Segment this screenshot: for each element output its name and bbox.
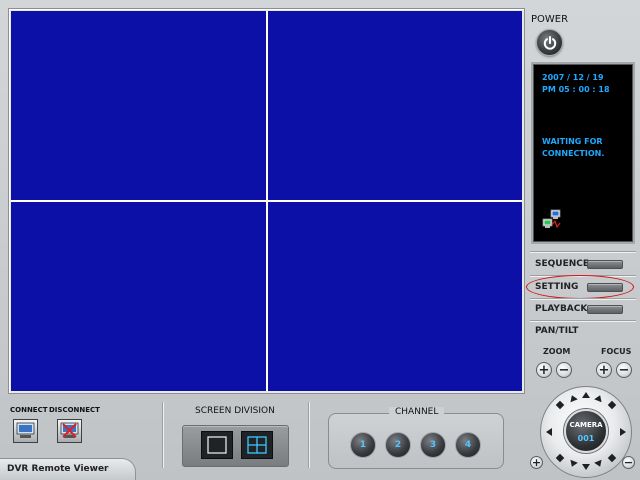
pan-right-icon[interactable]	[620, 428, 626, 436]
pan-left-icon[interactable]	[546, 428, 552, 436]
channel-label: CHANNEL	[389, 407, 445, 417]
minus-icon: −	[618, 362, 630, 378]
sequence-label: SEQUENCE	[535, 259, 590, 269]
camera-number: 001	[577, 434, 595, 443]
zoom-in-button[interactable]: +	[536, 362, 552, 378]
status-message-line2: CONNECTION.	[542, 149, 605, 158]
minus-icon: −	[623, 456, 634, 469]
app-title: DVR Remote Viewer	[7, 464, 109, 474]
connect-icon	[16, 422, 35, 438]
quad-view-button[interactable]	[241, 431, 273, 459]
status-date: 2007 / 12 / 19	[542, 73, 604, 82]
focus-label: FOCUS	[601, 347, 632, 356]
quad-view-icon	[247, 436, 267, 454]
side-divider	[530, 251, 636, 252]
zoom-label: ZOOM	[543, 347, 571, 356]
tilt-up-icon[interactable]	[582, 392, 590, 398]
screen-division-label: SCREEN DIVISION	[195, 406, 275, 416]
playback-label: PLAYBACK	[535, 304, 588, 314]
plus-icon: +	[598, 362, 610, 378]
camera-zoom-in-button[interactable]: +	[530, 456, 543, 469]
video-grid	[11, 11, 522, 391]
connect-button[interactable]	[13, 419, 38, 443]
plus-icon: +	[538, 362, 550, 378]
video-display-frame	[8, 8, 525, 394]
setting-highlight-ring	[526, 275, 634, 299]
disconnect-label: DISCONNECT	[49, 406, 100, 414]
camera-select-button[interactable]	[564, 409, 608, 453]
connect-label: CONNECT	[10, 406, 48, 414]
dvr-remote-viewer-window: POWER 2007 / 12 / 19 PM 05 : 00 : 18 WAI…	[0, 0, 640, 480]
sequence-button[interactable]	[587, 260, 623, 269]
camera-label: CAMERA	[569, 421, 603, 429]
channel-4-button[interactable]: 4	[455, 432, 481, 458]
bottom-separator	[162, 402, 163, 468]
video-channel-3[interactable]	[11, 202, 266, 391]
status-message-line1: WAITING FOR	[542, 137, 603, 146]
channel-1-button[interactable]: 1	[350, 432, 376, 458]
status-time: PM 05 : 00 : 18	[542, 85, 610, 94]
focus-out-button[interactable]: −	[616, 362, 632, 378]
video-channel-4[interactable]	[267, 202, 522, 391]
video-channel-1[interactable]	[11, 11, 266, 200]
power-label: POWER	[531, 14, 569, 25]
power-icon	[543, 35, 556, 50]
power-button[interactable]	[536, 29, 563, 56]
minus-icon: −	[558, 362, 570, 378]
side-divider	[530, 320, 636, 321]
focus-in-button[interactable]: +	[596, 362, 612, 378]
network-disconnected-icon	[542, 209, 561, 229]
zoom-out-button[interactable]: −	[556, 362, 572, 378]
single-view-button[interactable]	[201, 431, 233, 459]
disconnect-icon	[60, 422, 79, 438]
channel-3-button[interactable]: 3	[420, 432, 446, 458]
video-channel-2[interactable]	[267, 11, 522, 200]
pan-tilt-label: PAN/TILT	[535, 326, 579, 336]
camera-zoom-out-button[interactable]: −	[622, 456, 635, 469]
status-display: 2007 / 12 / 19 PM 05 : 00 : 18 WAITING F…	[531, 62, 635, 244]
bottom-separator	[308, 402, 309, 468]
plus-icon: +	[531, 456, 542, 469]
tilt-down-icon[interactable]	[582, 464, 590, 470]
side-divider	[530, 298, 636, 299]
playback-button[interactable]	[587, 305, 623, 314]
channel-2-button[interactable]: 2	[385, 432, 411, 458]
disconnect-button[interactable]	[57, 419, 82, 443]
single-view-icon	[207, 436, 227, 454]
